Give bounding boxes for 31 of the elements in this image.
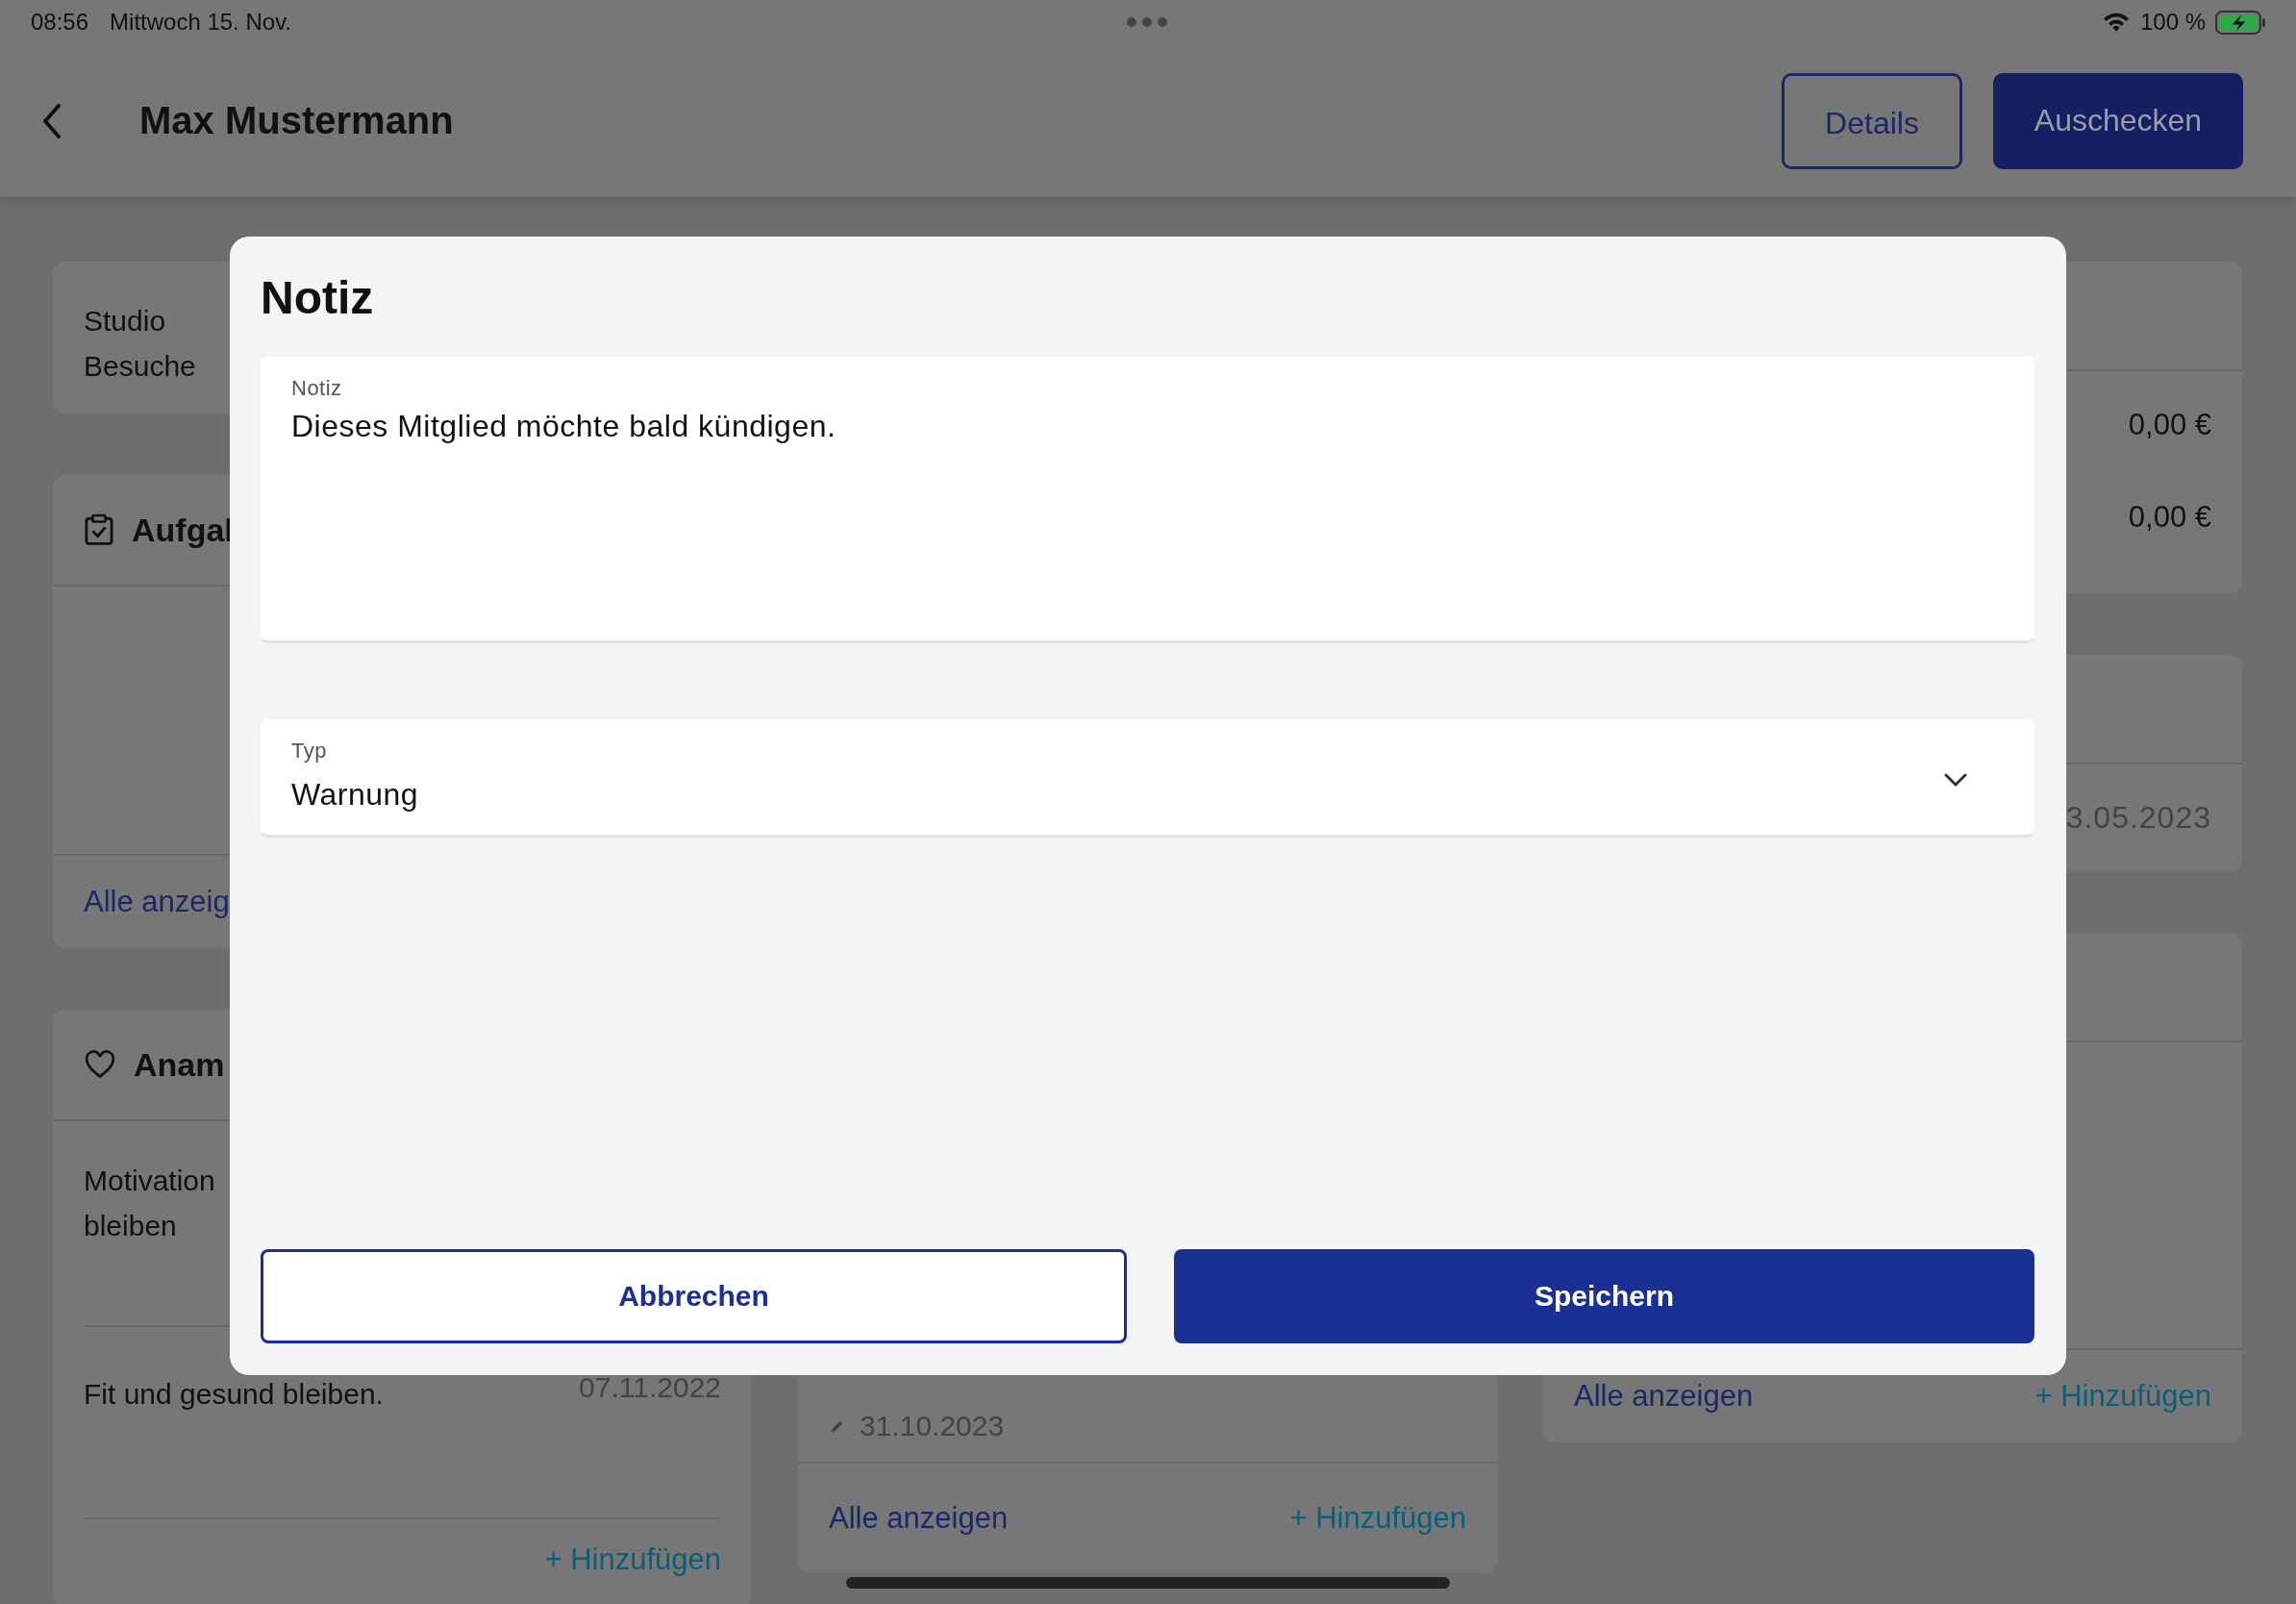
add-link[interactable]: + Hinzufügen [544,1542,721,1577]
note-field[interactable]: Notiz Dieses Mitglied möchte bald kündigen. [261,357,2034,643]
dialog-title: Notiz [261,271,375,324]
header-button[interactable]: Details [1782,72,1962,169]
heart-icon [84,1050,116,1079]
amount-value: 0,00 € [2128,408,2211,442]
card-title: Anam [134,1045,225,1084]
clipboard-check-icon [84,514,114,546]
status-date: Mittwoch 15. Nov. [110,9,291,36]
wifi-icon [2101,12,2131,33]
add-link[interactable]: + Hinzufügen [1289,1501,1466,1536]
show-all-link[interactable]: Alle anzeigen [1574,1379,1754,1414]
header-button[interactable]: Auschecken [1993,72,2243,169]
list-item-text: Motivation bleiben [84,1164,216,1243]
card-title: Aufgal [132,511,234,549]
card-label: Studio Besuche [84,304,197,384]
status-time: 08:56 [31,9,89,36]
chevron-down-icon [1944,773,1967,787]
list-item-text: Fit und gesund bleiben. [84,1377,384,1412]
battery-percent: 100 % [2139,9,2206,36]
type-dropdown[interactable]: Typ Warnung [261,719,2034,838]
add-link[interactable]: + Hinzufügen [2034,1379,2211,1414]
page-title: Max Mustermann [139,99,454,142]
amount-value: 0,00 € [2128,500,2211,535]
back-icon[interactable] [42,103,62,138]
multitasking-dots-icon[interactable] [1127,17,1167,27]
show-all-link[interactable]: Alle anzeigen [829,1501,1009,1536]
battery-icon [2215,10,2265,35]
dialog-button[interactable]: Speichern [1174,1249,2034,1343]
dialog-button[interactable]: Abbrechen [261,1249,1127,1343]
show-all-link[interactable]: Alle anzeig [84,885,230,919]
